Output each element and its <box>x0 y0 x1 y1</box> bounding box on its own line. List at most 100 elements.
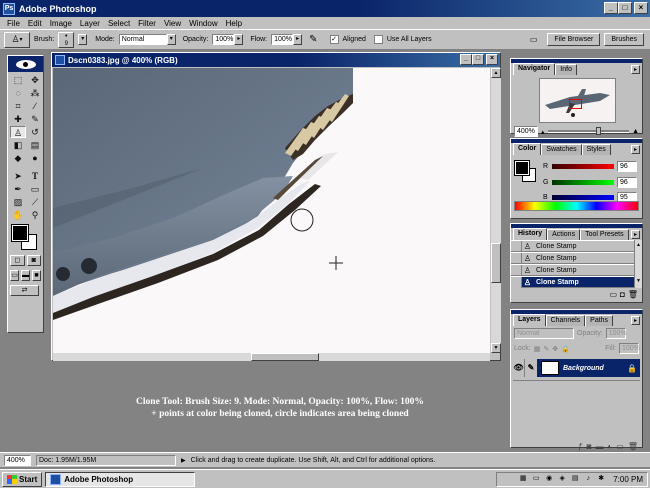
history-item[interactable]: ♙ Clone Stamp <box>511 252 642 264</box>
document-minimize-button[interactable]: _ <box>460 54 472 65</box>
tab-navigator[interactable]: Navigator <box>513 63 556 75</box>
menu-layer[interactable]: Layer <box>76 19 104 28</box>
scroll-down-icon[interactable]: ▼ <box>491 343 501 353</box>
tab-paths[interactable]: Paths <box>585 315 614 326</box>
tab-color[interactable]: Color <box>513 143 542 155</box>
clone-stamp-tool-icon[interactable]: ♙ <box>10 126 26 138</box>
menu-help[interactable]: Help <box>222 19 246 28</box>
lock-transparency-icon[interactable]: ▦ <box>534 345 541 353</box>
standard-mode-icon[interactable]: ◻ <box>10 255 25 266</box>
magic-wand-tool-icon[interactable]: ⁂ <box>27 87 43 99</box>
document-title-bar[interactable]: Dscn0383.jpg @ 400% (RGB) _ □ × <box>52 53 500 67</box>
aligned-checkbox[interactable]: ✓ <box>329 35 339 44</box>
red-slider[interactable] <box>552 164 614 169</box>
hand-tool-icon[interactable]: ✋ <box>10 209 26 221</box>
document-vertical-scrollbar[interactable]: ▲ ▼ <box>491 68 501 353</box>
green-slider[interactable] <box>552 180 614 185</box>
delete-layer-icon[interactable]: 🗑 <box>628 442 638 451</box>
lasso-tool-icon[interactable]: ◌ <box>10 87 26 99</box>
history-scroll-down-icon[interactable]: ▼ <box>634 276 642 288</box>
new-layer-icon[interactable]: ▭ <box>616 442 624 451</box>
lock-paint-icon[interactable]: ✎ <box>543 345 549 353</box>
brush-picker[interactable]: • 9 <box>58 31 75 48</box>
menu-edit[interactable]: Edit <box>24 19 46 28</box>
airbrush-icon[interactable]: ✎ <box>309 34 317 45</box>
notes-tool-icon[interactable]: ▨ <box>10 196 26 208</box>
new-document-icon[interactable]: ▭ <box>609 290 617 299</box>
taskbar-photoshop-button[interactable]: Adobe Photoshop <box>45 471 196 487</box>
zoom-in-icon[interactable]: ▲ <box>632 128 639 135</box>
update-icon[interactable]: ✱ <box>596 474 606 484</box>
type-tool-icon[interactable]: T <box>27 170 43 182</box>
tab-styles[interactable]: Styles <box>581 144 611 155</box>
history-item[interactable]: ♙ Clone Stamp ▲ <box>511 240 642 252</box>
color-menu-icon[interactable]: ▸ <box>631 145 640 154</box>
flow-slider-icon[interactable]: ▸ <box>293 34 303 45</box>
history-scroll-up-icon[interactable]: ▲ <box>634 240 642 252</box>
crop-tool-icon[interactable]: ⌗ <box>10 100 26 112</box>
menu-filter[interactable]: Filter <box>134 19 160 28</box>
vertical-scroll-thumb[interactable] <box>491 243 501 283</box>
layer-style-icon[interactable]: ƒ <box>578 442 582 451</box>
network-icon[interactable]: ▦ <box>518 474 528 484</box>
history-item[interactable]: ♙ Clone Stamp <box>511 264 642 276</box>
tool-preset-picker[interactable]: ♙ ▾ <box>4 31 30 48</box>
trash-icon[interactable]: 🗑 <box>628 290 638 299</box>
new-set-icon[interactable]: ▬ <box>595 442 603 451</box>
document-horizontal-scrollbar[interactable] <box>53 353 490 361</box>
path-selection-tool-icon[interactable]: ➤ <box>10 170 26 182</box>
shield-icon[interactable]: ◈ <box>557 474 567 484</box>
dodge-tool-icon[interactable]: ● <box>27 152 43 164</box>
scroll-up-icon[interactable]: ▲ <box>491 68 501 78</box>
brush-tool-icon[interactable]: ✎ <box>27 113 43 125</box>
standard-screen-icon[interactable]: ▭ <box>10 270 19 281</box>
status-menu-icon[interactable]: ▶ <box>181 457 186 464</box>
quick-mask-icon[interactable]: ◙ <box>26 255 41 266</box>
full-screen-menu-icon[interactable]: ▬ <box>21 270 30 281</box>
antivirus-icon[interactable]: ◉ <box>544 474 554 484</box>
flow-field[interactable]: 100% <box>271 34 294 45</box>
menu-window[interactable]: Window <box>185 19 221 28</box>
document-maximize-button[interactable]: □ <box>472 54 484 65</box>
file-browser-tab[interactable]: File Browser <box>547 33 601 46</box>
layer-row-background[interactable]: 👁 ✎ Background 🔒 <box>513 359 640 377</box>
start-button[interactable]: Start <box>2 471 43 487</box>
status-zoom-field[interactable]: 400% <box>4 454 31 466</box>
navigator-zoom-slider[interactable] <box>547 127 630 135</box>
brushes-tab[interactable]: Brushes <box>604 33 644 46</box>
layers-menu-icon[interactable]: ▸ <box>631 316 640 325</box>
full-screen-icon[interactable]: ■ <box>32 270 41 281</box>
color-ramp[interactable] <box>514 201 639 211</box>
zoom-out-icon[interactable]: ▴ <box>541 128 545 136</box>
lock-all-icon[interactable]: 🔒 <box>561 345 570 353</box>
menu-select[interactable]: Select <box>104 19 134 28</box>
tab-swatches[interactable]: Swatches <box>541 144 582 155</box>
shape-tool-icon[interactable]: ▭ <box>27 183 43 195</box>
eyedropper-tool-icon[interactable]: ⟋ <box>27 196 43 208</box>
fill-field[interactable]: 100% <box>619 343 640 354</box>
blur-tool-icon[interactable]: ◆ <box>10 152 26 164</box>
volume-icon[interactable]: ♪ <box>583 474 593 484</box>
lock-move-icon[interactable]: ✥ <box>552 345 558 353</box>
history-brush-tool-icon[interactable]: ↺ <box>27 126 43 138</box>
printer-icon[interactable]: ▤ <box>570 474 580 484</box>
navigator-thumbnail[interactable] <box>539 78 616 123</box>
green-value[interactable]: 96 <box>617 177 637 188</box>
menu-file[interactable]: File <box>3 19 24 28</box>
history-menu-icon[interactable]: ▸ <box>631 230 640 239</box>
pen-tool-icon[interactable]: ✒ <box>10 183 26 195</box>
foreground-color[interactable] <box>11 224 29 242</box>
adjustment-layer-icon[interactable]: ◐ <box>607 442 612 451</box>
opacity-slider-icon[interactable]: ▸ <box>234 34 244 45</box>
gradient-tool-icon[interactable]: ▤ <box>27 139 43 151</box>
document-close-button[interactable]: × <box>486 54 498 65</box>
healing-brush-tool-icon[interactable]: ✚ <box>10 113 26 125</box>
imageready-jump-icon[interactable]: ⇄ <box>10 285 39 296</box>
navigator-menu-icon[interactable]: ▸ <box>631 65 640 74</box>
mode-select[interactable]: Normal <box>118 34 167 45</box>
adobe-eye-icon[interactable] <box>15 59 36 69</box>
opacity-field[interactable]: 100% <box>212 34 235 45</box>
mode-dropdown-icon[interactable]: ▾ <box>166 34 176 45</box>
zoom-tool-icon[interactable]: ⚲ <box>27 209 43 221</box>
image-canvas[interactable] <box>53 68 490 353</box>
